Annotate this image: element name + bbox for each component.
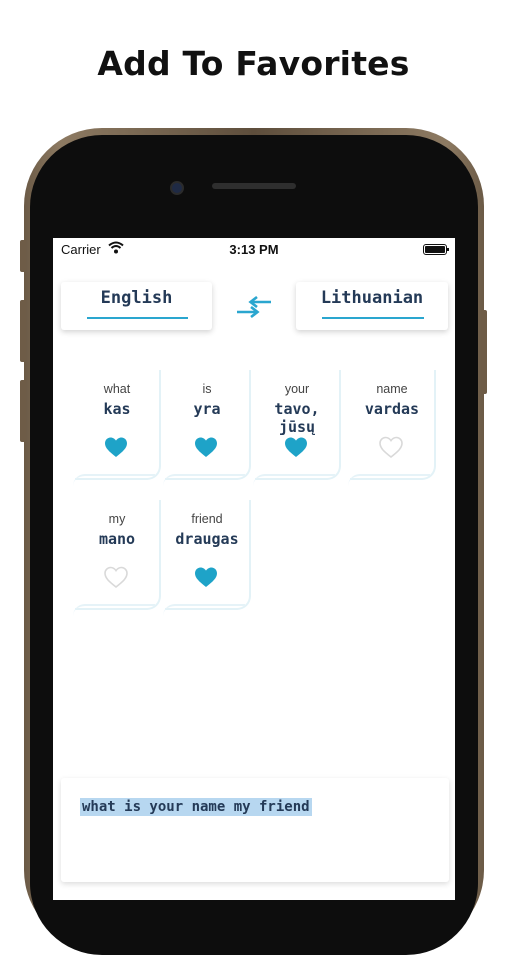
status-time: 3:13 PM [229,242,279,257]
word-english: is [202,382,212,396]
source-language-underline [87,317,188,319]
mute-switch [20,240,26,272]
battery-icon [423,244,449,255]
input-text[interactable]: what is your name my friend [80,798,312,816]
heart-icon[interactable] [379,436,403,458]
word-english: your [284,382,310,396]
power-button [481,310,487,394]
translation-text-card[interactable]: what is your name my friend [61,778,449,882]
word-tile[interactable]: my mano [73,500,161,610]
word-lithuanian: vardas [364,400,420,418]
heart-icon[interactable] [194,566,218,588]
volume-up-button [20,300,26,362]
source-language-button[interactable]: English [61,282,212,330]
word-lithuanian: tavo, jūsų [274,400,320,436]
target-language-button[interactable]: Lithuanian [296,282,448,330]
word-english: my [108,512,126,526]
front-camera [170,181,184,195]
earpiece-speaker [212,183,296,189]
heart-icon[interactable] [194,436,218,458]
target-language-underline [322,317,424,319]
word-lithuanian: mano [98,530,136,548]
volume-down-button [20,380,26,442]
word-english: friend [191,512,223,526]
headline: Add To Favorites [97,44,410,83]
heart-icon[interactable] [104,436,128,458]
word-english: name [376,382,408,396]
target-language-label: Lithuanian [320,288,424,308]
heart-icon[interactable] [284,436,308,458]
word-lithuanian: draugas [175,530,239,548]
word-lithuanian: kas [103,400,131,418]
app-screen: Carrier 3:13 PM English Lithuanian what k… [53,238,455,900]
status-bar: Carrier 3:13 PM [53,238,455,260]
swap-arrows-icon[interactable] [235,294,273,320]
heart-icon[interactable] [104,566,128,588]
word-english: what [103,382,131,396]
word-tile[interactable]: what kas [73,370,161,480]
word-tile[interactable]: your tavo, jūsų [253,370,341,480]
word-tile[interactable]: name vardas [348,370,436,480]
word-lithuanian: yra [193,400,221,418]
word-tile[interactable]: is yra [163,370,251,480]
word-tile[interactable]: friend draugas [163,500,251,610]
source-language-label: English [100,288,173,308]
